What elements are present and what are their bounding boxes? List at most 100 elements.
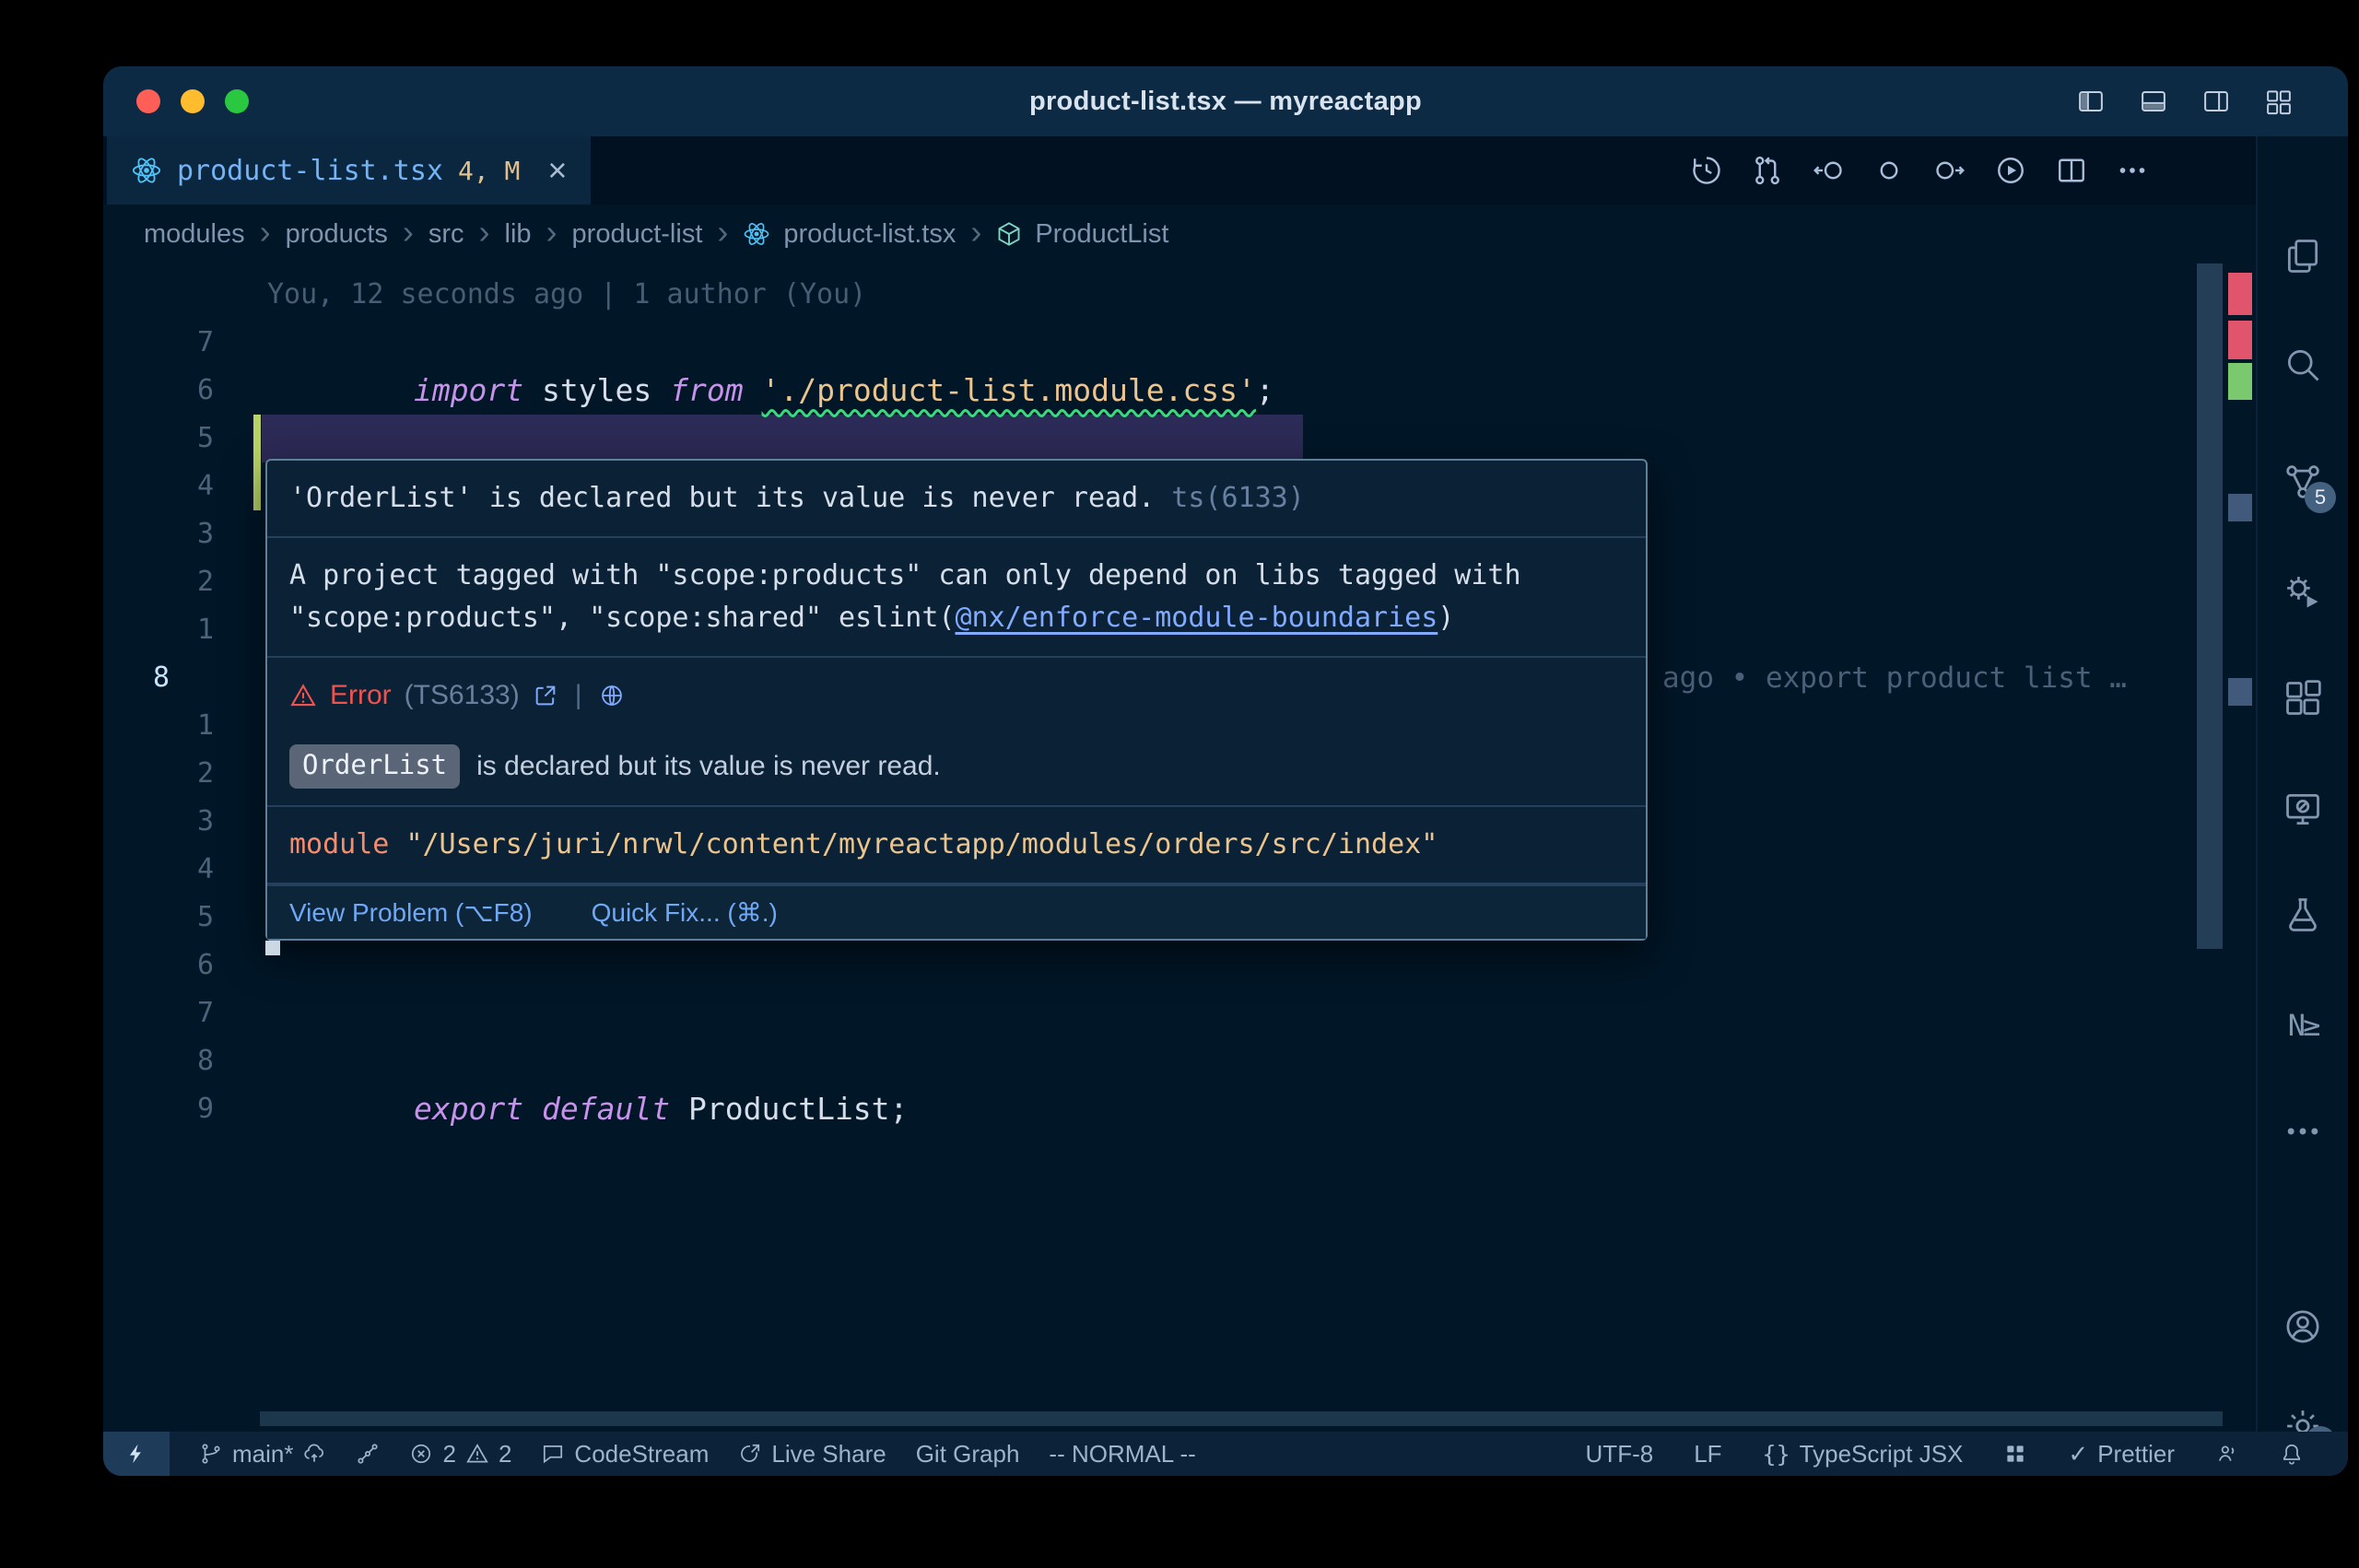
view-problem-link[interactable]: View Problem (⌥F8) [289,897,533,928]
line-number: 3 [103,798,214,846]
line-number: 9 [103,1085,214,1133]
breadcrumb-item-lib[interactable]: lib [505,219,532,250]
toggle-secondary-sidebar-button[interactable] [2201,88,2232,115]
chevron-right-icon: › [403,216,414,249]
keyword-export: export [414,1091,523,1127]
share-icon [738,1442,762,1466]
compare-changes-button[interactable] [1751,154,1784,187]
open-previous-change-button[interactable] [1812,154,1845,187]
language-mode-item[interactable]: {} TypeScript JSX [1763,1440,1964,1469]
vertical-scrollbar[interactable] [2197,263,2223,949]
additional-views-button[interactable] [2277,1106,2329,1157]
chevron-right-icon: › [546,216,557,249]
divider: | [575,674,582,717]
chevron-right-icon: › [970,216,981,249]
breadcrumb-item-product-list[interactable]: product-list [572,219,703,250]
run-debug-button[interactable] [2277,567,2329,618]
check-icon: ✓ [2068,1440,2088,1469]
feedback-item[interactable] [2215,1442,2239,1466]
eol-item[interactable]: LF [1694,1440,1721,1469]
breadcrumb-item-products[interactable]: products [286,219,388,250]
titlebar: product-list.tsx — myreactapp [103,66,2348,136]
identifier-styles: styles [523,372,670,408]
identifier-chip: OrderList [289,744,460,789]
react-icon [743,220,770,248]
react-icon [131,155,162,186]
open-external-icon[interactable] [533,683,558,708]
language-label: TypeScript JSX [1800,1440,1964,1469]
breadcrumb-item-file[interactable]: product-list.tsx [783,219,956,250]
line-number: 6 [103,942,214,989]
testing-beaker-button[interactable] [2277,889,2329,941]
problems-item[interactable]: 2 2 [409,1440,511,1469]
git-graph-label: Git Graph [916,1440,1020,1469]
split-editor-button[interactable] [2055,154,2088,187]
accounts-button[interactable] [2277,1301,2329,1352]
branch-name: main* [232,1440,293,1469]
encoding-item[interactable]: UTF-8 [1586,1440,1654,1469]
comment-bubble-icon [541,1442,565,1466]
status-bar: main* 2 2 CodeStream Live Share Git Grap… [103,1432,2348,1476]
overview-error-mark [2228,273,2252,315]
more-actions-button[interactable] [2116,154,2149,187]
codestream-item[interactable]: CodeStream [541,1440,709,1469]
tab-label: product-list.tsx [177,155,443,187]
hover-eslint-message: A project tagged with "scope:products" c… [267,538,1646,658]
space [670,1091,688,1127]
vim-mode-indicator: -- NORMAL -- [1049,1440,1195,1469]
live-share-item[interactable]: Live Share [738,1440,886,1469]
open-next-change-button[interactable] [1933,154,1966,187]
quick-fix-link[interactable]: Quick Fix... (⌘.) [592,897,778,928]
toggle-sidebar-button[interactable] [2075,88,2107,115]
codestream-label: CodeStream [574,1440,709,1469]
breadcrumb-item-src[interactable]: src [428,219,464,250]
hover-action-bar: View Problem (⌥F8) Quick Fix... (⌘.) [267,884,1646,939]
hover-resize-handle[interactable] [265,941,280,955]
ts-diagnostic-code: ts(6133) [1171,482,1305,514]
breadcrumb: modules › products › src › lib › product… [103,205,2256,263]
editor[interactable]: 7 6 5 4 3 2 1 8 1 2 3 4 5 6 7 8 9 You, 1… [103,263,2256,1432]
change-indicator-button[interactable] [1872,154,1906,187]
encoding-label: UTF-8 [1586,1440,1654,1469]
eslint-rule-link[interactable]: @nx/enforce-module-boundaries [955,602,1438,634]
line-number: 7 [103,319,214,367]
extension-status-item[interactable] [2003,1442,2027,1466]
prettier-item[interactable]: ✓ Prettier [2068,1440,2175,1469]
customize-layout-button[interactable] [2263,88,2294,115]
error-circle-icon [409,1442,433,1466]
search-button[interactable] [2277,339,2329,391]
timeline-history-button[interactable] [1690,154,1723,187]
tab-product-list[interactable]: product-list.tsx 4, M × [107,136,591,205]
run-file-button[interactable] [1994,154,2027,187]
breadcrumb-item-modules[interactable]: modules [144,219,245,250]
explorer-button[interactable] [2277,230,2329,282]
breadcrumb-item-symbol[interactable]: ProductList [1035,219,1168,250]
notifications-bell-item[interactable] [2280,1442,2304,1466]
live-share-label: Live Share [771,1440,886,1469]
tab-close-button[interactable]: × [547,154,567,187]
hover-ts-message: 'OrderList' is declared but its value is… [267,461,1646,538]
semicolon: ; [890,1091,909,1127]
eol-label: LF [1694,1440,1721,1469]
nx-console-button[interactable]: N≥ [2277,1000,2329,1051]
horizontal-scrollbar[interactable] [260,1411,2223,1426]
line-number: 3 [103,510,214,558]
eslint-rule-close-paren: ) [1438,602,1454,634]
warning-triangle-icon [465,1442,489,1466]
editor-actions [1690,136,2149,205]
line-number-current: 8 [103,654,251,702]
chevron-right-icon: › [260,216,271,249]
line-number: 2 [103,750,214,798]
gitlens-blame-header: You, 12 seconds ago | 1 author (You) [267,271,866,319]
remote-indicator[interactable] [103,1432,170,1476]
extensions-button[interactable] [2277,673,2329,724]
tab-bar: product-list.tsx 4, M × [103,136,2256,205]
git-branch-item[interactable]: main* [199,1440,326,1469]
globe-icon[interactable] [599,683,625,708]
remote-explorer-button[interactable] [2277,783,2329,835]
toggle-panel-button[interactable] [2138,88,2169,115]
git-graph-item[interactable]: Git Graph [916,1440,1020,1469]
module-path-string: "/Users/juri/nrwl/content/myreactapp/mod… [405,828,1438,860]
commit-graph-item[interactable] [356,1442,380,1466]
source-control-graph-button[interactable]: 5 [2277,456,2329,508]
